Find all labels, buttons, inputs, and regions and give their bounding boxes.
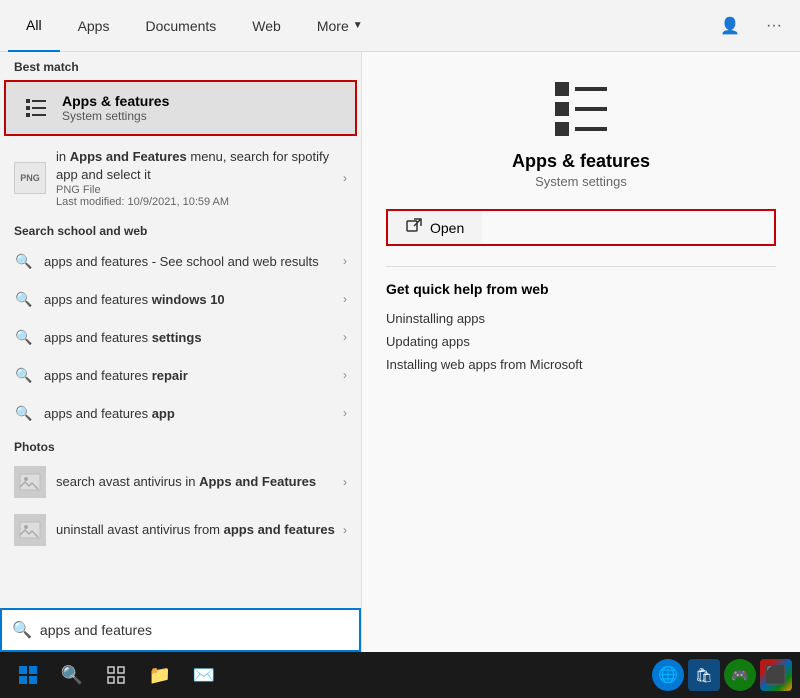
tab-all-label: All — [26, 17, 42, 33]
top-nav: All Apps Documents Web More ▼ 👤 ··· — [0, 0, 800, 52]
start-button[interactable] — [8, 655, 48, 695]
search-result-2-icon: 🔍 — [14, 289, 34, 309]
search-result-5[interactable]: 🔍 apps and features app › — [0, 394, 361, 432]
best-match-label: Best match — [0, 52, 361, 78]
photo-result-2[interactable]: uninstall avast antivirus from apps and … — [0, 506, 361, 554]
quick-help-link-3[interactable]: Installing web apps from Microsoft — [386, 353, 776, 376]
search-result-5-text: apps and features app — [44, 406, 343, 421]
search-input[interactable] — [40, 622, 349, 638]
search-result-4-text: apps and features repair — [44, 368, 343, 383]
search-result-2-text: apps and features windows 10 — [44, 292, 343, 307]
right-header: Apps & features System settings — [386, 72, 776, 189]
best-match-item[interactable]: Apps & features System settings — [4, 80, 357, 136]
right-apps-icon — [549, 72, 613, 141]
open-button[interactable]: Open — [388, 211, 482, 244]
file-type: PNG File — [56, 184, 343, 196]
taskbar-edge-icon[interactable]: 🌐 — [652, 659, 684, 691]
search-result-1-text: apps and features - See school and web r… — [44, 254, 343, 269]
search-result-1[interactable]: 🔍 apps and features - See school and web… — [0, 242, 361, 280]
file-modified: Last modified: 10/9/2021, 10:59 AM — [56, 196, 343, 208]
taskbar-mixed-icon[interactable]: ⬛ — [760, 659, 792, 691]
file-title: in Apps and Features menu, search for sp… — [56, 148, 343, 184]
search-result-1-chevron: › — [343, 254, 347, 268]
quick-help-link-2[interactable]: Updating apps — [386, 330, 776, 353]
tab-documents-label: Documents — [145, 18, 216, 34]
right-subtitle: System settings — [535, 174, 627, 189]
photo-result-1[interactable]: search avast antivirus in Apps and Featu… — [0, 458, 361, 506]
photo-text-2: uninstall avast antivirus from apps and … — [56, 521, 343, 539]
tab-documents[interactable]: Documents — [127, 0, 234, 52]
right-panel: Apps & features System settings Open Get… — [362, 52, 800, 652]
search-bar-icon: 🔍 — [12, 620, 32, 640]
person-icon-btn[interactable]: 👤 — [712, 8, 748, 44]
taskbar-right: 🌐 🛍 🎮 ⬛ — [652, 659, 792, 691]
photo-result-2-chevron: › — [343, 523, 347, 537]
taskbar-file-explorer-btn[interactable]: 📁 — [140, 655, 180, 695]
file-result[interactable]: PNG in Apps and Features menu, search fo… — [0, 140, 361, 216]
photos-label: Photos — [0, 432, 361, 458]
search-result-3-icon: 🔍 — [14, 327, 34, 347]
more-options-btn[interactable]: ··· — [756, 8, 792, 44]
open-btn-icon — [406, 218, 422, 237]
search-school-label: Search school and web — [0, 216, 361, 242]
photo-result-1-chevron: › — [343, 475, 347, 489]
file-text: in Apps and Features menu, search for sp… — [56, 148, 343, 208]
tab-apps-label: Apps — [78, 18, 110, 34]
png-file-icon: PNG — [14, 162, 46, 194]
tab-more-label: More — [317, 18, 349, 34]
search-result-4[interactable]: 🔍 apps and features repair › — [0, 356, 361, 394]
open-btn-label: Open — [430, 220, 464, 236]
main-content: Best match Apps & features System settin… — [0, 52, 800, 652]
apps-features-icon — [20, 92, 52, 124]
best-match-subtitle: System settings — [62, 109, 169, 123]
tab-web-label: Web — [252, 18, 281, 34]
taskbar-store-icon[interactable]: 🛍 — [688, 659, 720, 691]
search-result-1-icon: 🔍 — [14, 251, 34, 271]
taskbar-xbox-icon[interactable]: 🎮 — [724, 659, 756, 691]
quick-help-title: Get quick help from web — [386, 281, 776, 297]
more-arrow-icon: ▼ — [353, 20, 363, 31]
divider — [386, 266, 776, 267]
search-result-3-text: apps and features settings — [44, 330, 343, 345]
taskbar: 🔍 📁 ✉️ 🌐 🛍 🎮 ⬛ — [0, 652, 800, 698]
search-result-2-chevron: › — [343, 292, 347, 306]
right-title: Apps & features — [512, 151, 650, 172]
search-result-3[interactable]: 🔍 apps and features settings › — [0, 318, 361, 356]
taskbar-task-view-btn[interactable] — [96, 655, 136, 695]
tab-apps[interactable]: Apps — [60, 0, 128, 52]
photo-text-1: search avast antivirus in Apps and Featu… — [56, 473, 343, 491]
best-match-title: Apps & features — [62, 93, 169, 109]
photo-thumb-2 — [14, 514, 46, 546]
nav-right: 👤 ··· — [712, 8, 792, 44]
tab-web[interactable]: Web — [234, 0, 299, 52]
file-result-chevron: › — [343, 171, 347, 185]
search-result-5-chevron: › — [343, 406, 347, 420]
taskbar-mail-btn[interactable]: ✉️ — [184, 655, 224, 695]
search-result-2[interactable]: 🔍 apps and features windows 10 › — [0, 280, 361, 318]
tab-more[interactable]: More ▼ — [299, 0, 381, 52]
best-match-text: Apps & features System settings — [62, 93, 169, 123]
quick-help-link-1[interactable]: Uninstalling apps — [386, 307, 776, 330]
search-result-3-chevron: › — [343, 330, 347, 344]
search-result-4-chevron: › — [343, 368, 347, 382]
photo-thumb-1 — [14, 466, 46, 498]
left-panel: Best match Apps & features System settin… — [0, 52, 362, 652]
search-bar: 🔍 — [0, 608, 361, 652]
tab-all[interactable]: All — [8, 0, 60, 52]
taskbar-search-btn[interactable]: 🔍 — [52, 655, 92, 695]
search-result-4-icon: 🔍 — [14, 365, 34, 385]
search-result-5-icon: 🔍 — [14, 403, 34, 423]
open-btn-wrapper: Open — [386, 209, 776, 246]
